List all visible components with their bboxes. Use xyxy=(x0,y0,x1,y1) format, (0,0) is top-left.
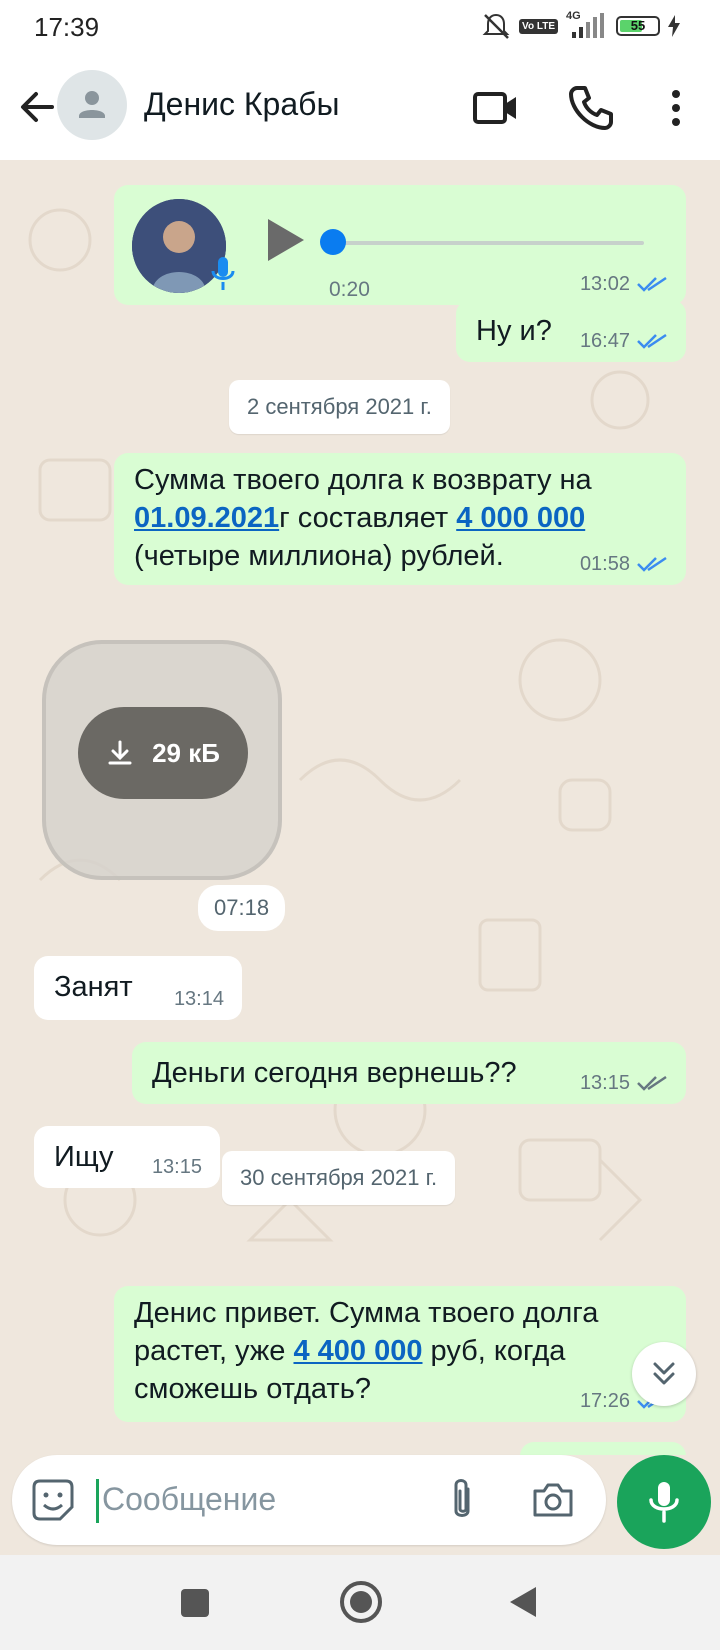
status-icons: Vo LTE 4G 55 xyxy=(481,10,680,40)
message-bubble[interactable]: Ищу 13:15 xyxy=(34,1126,220,1188)
camera-icon[interactable] xyxy=(530,1477,576,1523)
microphone-icon xyxy=(211,257,235,290)
date-link[interactable]: 01.09.2021 xyxy=(134,502,279,534)
message-time: 07:18 xyxy=(198,885,286,931)
amount-link[interactable]: 4 400 000 xyxy=(293,1335,422,1367)
system-back-icon[interactable] xyxy=(508,1585,538,1619)
message-time: 13:14 xyxy=(173,988,224,1010)
date-separator: 30 сентября 2021 г. xyxy=(222,1151,456,1205)
voice-progress-handle[interactable] xyxy=(320,229,346,255)
status-time: 17:39 xyxy=(34,12,100,42)
text-cursor xyxy=(96,1479,99,1523)
download-size: 29 кБ xyxy=(152,737,220,768)
chat-area[interactable]: 0:20 13:02 Ну и? 16:47 2 сентября 2021 г… xyxy=(0,160,720,1455)
message-bubble[interactable]: Денис привет. Сумма твоего долга растет,… xyxy=(114,1286,686,1422)
message-input-container[interactable]: Сообщение xyxy=(12,1455,606,1545)
read-ticks-icon xyxy=(637,276,667,292)
message-input[interactable]: Сообщение xyxy=(102,1479,276,1519)
home-button-inner xyxy=(350,1591,372,1613)
message-meta: 13:15 xyxy=(580,1072,668,1094)
voice-record-button[interactable] xyxy=(617,1455,711,1549)
play-icon[interactable] xyxy=(262,215,308,265)
status-bar: 17:39 Vo LTE 4G 55 xyxy=(0,0,720,56)
battery-icon: 55 xyxy=(616,16,660,36)
voice-duration: 0:20 xyxy=(329,278,370,301)
message-bubble[interactable]: Сумма твоего долга к возврату на 01.09.2… xyxy=(114,453,686,585)
message-meta: 13:15 xyxy=(152,1156,202,1178)
mute-icon xyxy=(482,13,510,39)
read-ticks-icon xyxy=(637,556,667,572)
contact-avatar[interactable] xyxy=(57,70,127,140)
message-time: 13:15 xyxy=(579,1072,630,1094)
voice-message[interactable]: 0:20 13:02 xyxy=(114,185,686,305)
read-ticks-icon xyxy=(637,333,667,349)
contact-name[interactable]: Денис Крабы xyxy=(144,86,339,123)
microphone-icon xyxy=(649,1482,679,1523)
message-time: 13:02 xyxy=(579,273,630,295)
message-time: 01:58 xyxy=(579,553,630,575)
battery-level: 55 xyxy=(630,18,646,33)
message-meta: 13:14 xyxy=(174,988,224,1010)
sticker-emoji-icon[interactable] xyxy=(30,1477,76,1523)
message-bubble[interactable]: Деньги сегодня вернешь?? 13:15 xyxy=(132,1042,686,1104)
date-separator: 2 сентября 2021 г. xyxy=(229,380,450,434)
download-button[interactable]: 29 кБ xyxy=(78,707,248,799)
scroll-to-bottom-button[interactable] xyxy=(632,1342,696,1406)
message-time: 16:47 xyxy=(579,330,630,352)
download-icon xyxy=(108,740,132,765)
delivered-ticks-icon xyxy=(637,1075,667,1091)
phone-icon[interactable] xyxy=(565,82,617,134)
message-time: 13:15 xyxy=(151,1156,202,1178)
recents-button[interactable] xyxy=(181,1589,209,1617)
avatar-placeholder-icon xyxy=(79,91,105,118)
amount-link[interactable]: 4 000 000 xyxy=(456,502,585,534)
video-call-icon[interactable] xyxy=(470,82,522,134)
charging-icon xyxy=(668,15,680,37)
message-bubble-partial xyxy=(520,1442,686,1455)
attachment-icon[interactable] xyxy=(442,1475,482,1525)
message-bubble[interactable]: Ну и? 16:47 xyxy=(456,300,686,362)
voice-progress-track[interactable] xyxy=(334,241,644,245)
volte-icon: Vo LTE xyxy=(519,18,558,34)
message-meta: 01:58 xyxy=(580,553,668,575)
more-vert-icon[interactable] xyxy=(660,82,692,134)
system-nav-bar xyxy=(0,1555,720,1650)
message-meta: 13:02 xyxy=(580,273,668,295)
chat-header: Денис Крабы xyxy=(0,56,720,160)
message-bubble[interactable]: Занят 13:14 xyxy=(34,956,242,1020)
composer: Сообщение xyxy=(0,1455,720,1555)
message-meta: 16:47 xyxy=(580,330,668,352)
message-time: 17:26 xyxy=(579,1390,630,1412)
double-chevron-down-icon xyxy=(653,1362,675,1385)
signal-icon: 4G xyxy=(566,10,608,40)
